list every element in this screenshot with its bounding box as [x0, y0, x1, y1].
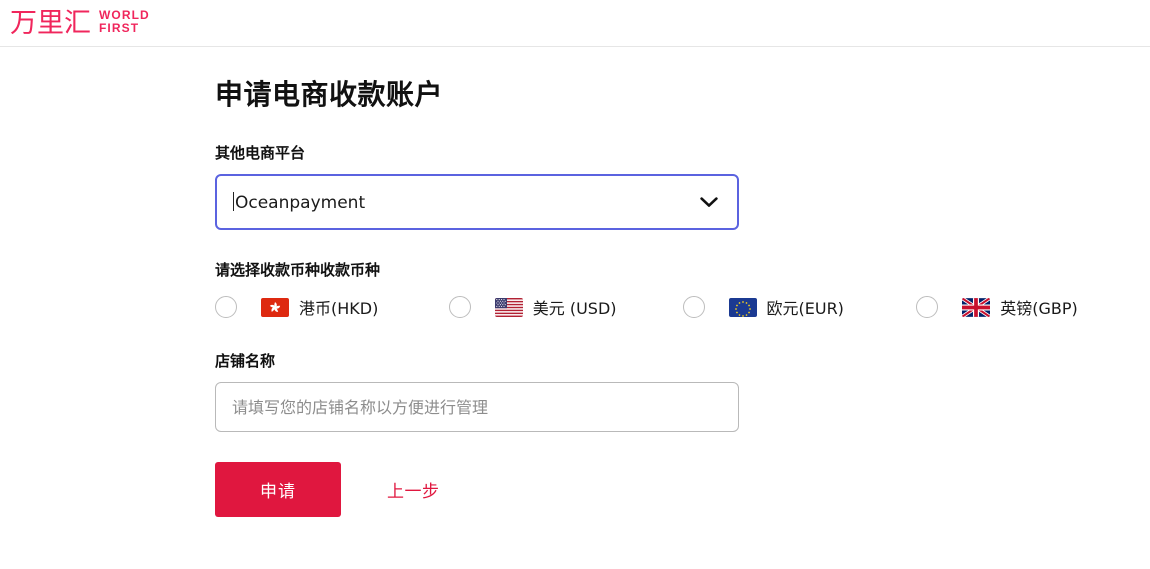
platform-select-value: Oceanpayment [235, 192, 366, 213]
us-flag-icon [494, 297, 523, 317]
store-name-input[interactable] [215, 382, 739, 432]
site-header: 万里汇 WORLD FIRST [0, 0, 1150, 47]
chevron-down-icon[interactable] [699, 192, 719, 212]
form-actions: 申请 上一步 [215, 462, 1150, 517]
currency-field-group: 请选择收款币种收款币种 港币(HKD) 美元 (USD) 欧元(EUR) 英镑(… [215, 261, 1150, 319]
currency-label-eur: 欧元(EUR) [766, 299, 844, 318]
currency-label-usd: 美元 (USD) [532, 299, 617, 318]
radio-usd[interactable] [448, 296, 471, 318]
previous-step-button[interactable]: 上一步 [387, 477, 440, 502]
store-field-label: 店铺名称 [215, 353, 276, 370]
logo-chinese-text: 万里汇 [10, 7, 91, 39]
radio-eur[interactable] [682, 296, 705, 318]
currency-option-usd[interactable]: 美元 (USD) [448, 295, 683, 319]
submit-button[interactable]: 申请 [215, 462, 341, 517]
application-form: 申请电商收款账户 其他电商平台 Oceanpayment 请选择收款币种收款币种 [0, 47, 1150, 517]
radio-hkd[interactable] [215, 296, 237, 318]
logo-english-line2: FIRST [99, 21, 140, 35]
currency-label-gbp: 英镑(GBP) [1000, 299, 1078, 318]
currency-label-hkd: 港币(HKD) [299, 299, 379, 318]
platform-field-label: 其他电商平台 [215, 145, 306, 162]
currency-option-hkd[interactable]: 港币(HKD) [215, 295, 449, 319]
gb-flag-icon [962, 297, 991, 317]
text-caret [233, 191, 234, 211]
platform-field-group: 其他电商平台 Oceanpayment [215, 144, 1150, 230]
platform-select-value-wrap: Oceanpayment [233, 191, 366, 213]
page-title: 申请电商收款账户 [215, 79, 444, 110]
eu-flag-icon [728, 297, 757, 317]
currency-option-gbp[interactable]: 英镑(GBP) [916, 295, 1150, 319]
hk-flag-icon [261, 297, 289, 317]
radio-gbp[interactable] [916, 296, 939, 318]
store-field-group: 店铺名称 [215, 352, 1150, 432]
currency-option-eur[interactable]: 欧元(EUR) [682, 295, 917, 319]
platform-select[interactable]: Oceanpayment [215, 174, 739, 230]
logo-english-text: WORLD FIRST [99, 9, 150, 37]
currency-field-label: 请选择收款币种收款币种 [215, 262, 381, 279]
currency-options-row: 港币(HKD) 美元 (USD) 欧元(EUR) 英镑(GBP) [215, 295, 1150, 319]
brand-logo[interactable]: 万里汇 WORLD FIRST [10, 9, 150, 37]
